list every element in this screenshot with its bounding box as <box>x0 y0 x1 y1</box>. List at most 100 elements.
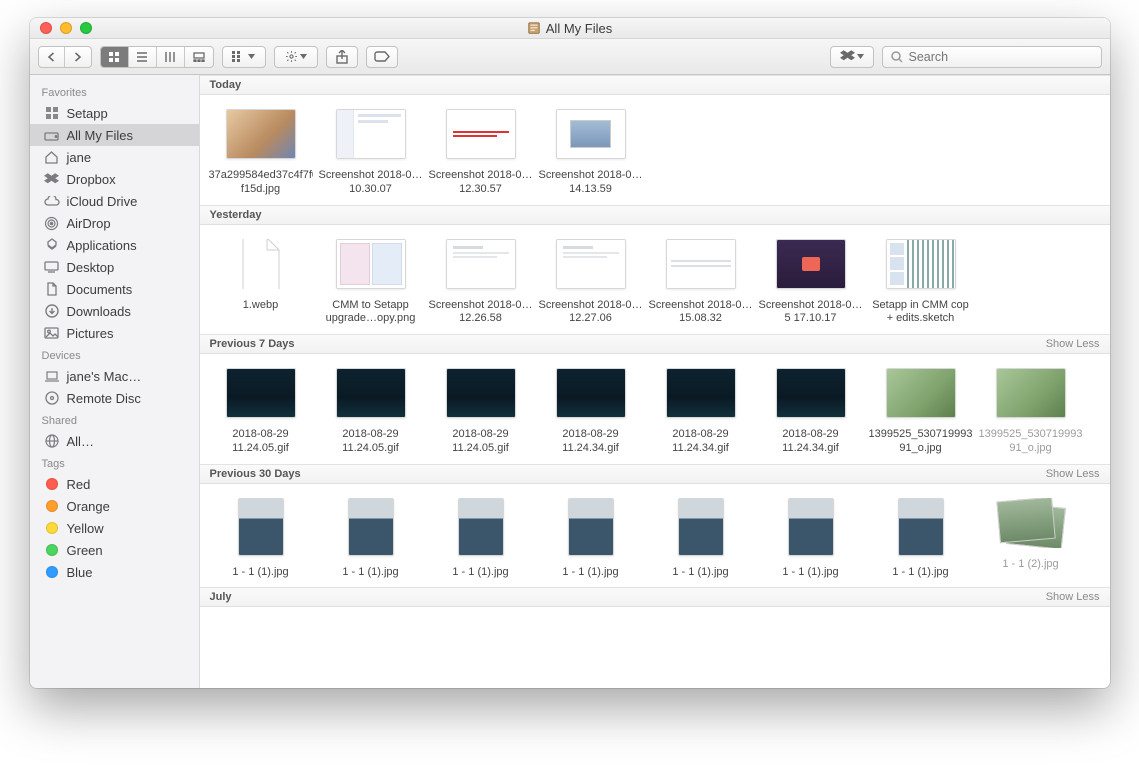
file-item[interactable]: 1399525_530719993663…91_o.jpg <box>866 368 976 456</box>
minimize-button[interactable] <box>60 22 72 34</box>
zoom-button[interactable] <box>80 22 92 34</box>
file-item[interactable]: 1 - 1 (2).jpg <box>976 498 1086 580</box>
tags-button[interactable] <box>366 46 398 68</box>
sidebar-item-icloud-drive[interactable]: iCloud Drive <box>30 190 199 212</box>
file-item[interactable]: Screenshot 2018-0…5 17.10.17 <box>756 239 866 327</box>
file-item[interactable]: 2018-08-29 11.24.34.gif <box>536 368 646 456</box>
sidebar-item-downloads[interactable]: Downloads <box>30 300 199 322</box>
file-item[interactable]: Screenshot 2018-0…10.30.07 <box>316 109 426 197</box>
icon-view-button[interactable] <box>101 47 129 67</box>
sidebar-item-dropbox[interactable]: Dropbox <box>30 168 199 190</box>
file-item[interactable]: Screenshot 2018-0…12.27.06 <box>536 239 646 327</box>
sidebar-item-orange[interactable]: Orange <box>30 495 199 517</box>
file-item[interactable]: Setapp in CMM cop + edits.sketch <box>866 239 976 327</box>
file-thumbnail <box>788 498 834 556</box>
sidebar-item-jane[interactable]: jane <box>30 146 199 168</box>
sidebar-item-documents[interactable]: Documents <box>30 278 199 300</box>
sidebar-item-desktop[interactable]: Desktop <box>30 256 199 278</box>
file-item[interactable]: 2018-08-29 11.24.05.gif <box>316 368 426 456</box>
group-header: Today <box>200 75 1110 95</box>
sidebar-item-airdrop[interactable]: AirDrop <box>30 212 199 234</box>
gallery-view-button[interactable] <box>185 47 213 67</box>
action-button[interactable] <box>274 46 318 68</box>
file-browser[interactable]: Today37a299584ed37c4f7f004…f15d.jpgScree… <box>200 75 1110 688</box>
file-thumbnail <box>776 239 846 289</box>
file-name: Screenshot 2018-0…12.26.58 <box>429 299 533 327</box>
pictures-icon <box>44 325 60 341</box>
sidebar-item-yellow[interactable]: Yellow <box>30 517 199 539</box>
close-button[interactable] <box>40 22 52 34</box>
file-item[interactable]: Screenshot 2018-0…14.13.59 <box>536 109 646 197</box>
group-header: Previous 30 DaysShow Less <box>200 464 1110 484</box>
file-thumbnail <box>336 368 406 418</box>
file-name: 2018-08-29 11.24.05.gif <box>209 428 313 456</box>
column-view-button[interactable] <box>157 47 185 67</box>
file-thumbnail <box>666 368 736 418</box>
show-less-button[interactable]: Show Less <box>1046 338 1100 350</box>
search-input[interactable] <box>909 50 1093 64</box>
sidebar-item-blue[interactable]: Blue <box>30 561 199 583</box>
search-field[interactable] <box>882 46 1102 68</box>
toolbar <box>30 39 1110 75</box>
traffic-lights <box>30 22 92 34</box>
sidebar-item-all-[interactable]: All… <box>30 430 199 452</box>
file-name: Screenshot 2018-0…14.13.59 <box>539 169 643 197</box>
file-item[interactable]: Screenshot 2018-0…12.30.57 <box>426 109 536 197</box>
file-item[interactable]: 2018-08-29 11.24.05.gif <box>426 368 536 456</box>
share-button[interactable] <box>326 46 358 68</box>
file-grid: 1.webpCMM to Setapp upgrade…opy.pngScree… <box>200 225 1110 335</box>
file-item[interactable]: 1 - 1 (1).jpg <box>426 498 536 580</box>
file-name: 2018-08-29 11.24.34.gif <box>759 428 863 456</box>
file-item[interactable]: 1 - 1 (1).jpg <box>866 498 976 580</box>
laptop-icon <box>44 368 60 384</box>
file-item[interactable]: 1 - 1 (1).jpg <box>756 498 866 580</box>
sidebar-item-red[interactable]: Red <box>30 473 199 495</box>
file-name: 1 - 1 (1).jpg <box>232 566 288 580</box>
back-button[interactable] <box>39 47 65 67</box>
view-switcher <box>100 46 214 68</box>
all-my-files-icon <box>527 21 541 35</box>
file-name: 2018-08-29 11.24.05.gif <box>429 428 533 456</box>
window-title: All My Files <box>30 21 1110 36</box>
sidebar-item-all-my-files[interactable]: All My Files <box>30 124 199 146</box>
arrange-button[interactable] <box>222 46 266 68</box>
show-less-button[interactable]: Show Less <box>1046 591 1100 603</box>
sidebar-item-label: Applications <box>67 238 137 253</box>
group-title: Yesterday <box>210 209 262 221</box>
file-item[interactable]: 1 - 1 (1).jpg <box>316 498 426 580</box>
sidebar-item-pictures[interactable]: Pictures <box>30 322 199 344</box>
file-item[interactable]: 1399525_530719993663…91_o.jpg <box>976 368 1086 456</box>
sidebar-item-remote-disc[interactable]: Remote Disc <box>30 387 199 409</box>
file-item[interactable]: Screenshot 2018-0…12.26.58 <box>426 239 536 327</box>
sidebar-item-label: Setapp <box>67 106 108 121</box>
file-thumbnail <box>996 368 1066 418</box>
show-less-button[interactable]: Show Less <box>1046 468 1100 480</box>
airdrop-icon <box>44 215 60 231</box>
file-item[interactable]: 1.webp <box>206 239 316 327</box>
forward-button[interactable] <box>65 47 91 67</box>
dropbox-toolbar-button[interactable] <box>830 46 874 68</box>
file-item[interactable]: 37a299584ed37c4f7f004…f15d.jpg <box>206 109 316 197</box>
sidebar-item-applications[interactable]: Applications <box>30 234 199 256</box>
file-item[interactable]: CMM to Setapp upgrade…opy.png <box>316 239 426 327</box>
file-item[interactable]: 2018-08-29 11.24.34.gif <box>756 368 866 456</box>
file-item[interactable]: 2018-08-29 11.24.05.gif <box>206 368 316 456</box>
file-item[interactable]: 1 - 1 (1).jpg <box>206 498 316 580</box>
sidebar-item-green[interactable]: Green <box>30 539 199 561</box>
file-item[interactable]: 1 - 1 (1).jpg <box>646 498 756 580</box>
desktop-icon <box>44 259 60 275</box>
list-view-button[interactable] <box>129 47 157 67</box>
file-thumbnail <box>238 498 284 556</box>
sidebar-item-label: Desktop <box>67 260 115 275</box>
file-name: 1.webp <box>243 299 278 313</box>
file-thumbnail <box>898 498 944 556</box>
sidebar-item-jane-s-mac-[interactable]: jane's Mac… <box>30 365 199 387</box>
file-item[interactable]: 1 - 1 (1).jpg <box>536 498 646 580</box>
chevron-down-icon <box>248 54 255 59</box>
downloads-icon <box>44 303 60 319</box>
file-item[interactable]: 2018-08-29 11.24.34.gif <box>646 368 756 456</box>
file-item[interactable]: Screenshot 2018-0…15.08.32 <box>646 239 756 327</box>
sidebar-item-label: AirDrop <box>67 216 111 231</box>
sidebar-item-setapp[interactable]: Setapp <box>30 102 199 124</box>
disc-icon <box>44 390 60 406</box>
